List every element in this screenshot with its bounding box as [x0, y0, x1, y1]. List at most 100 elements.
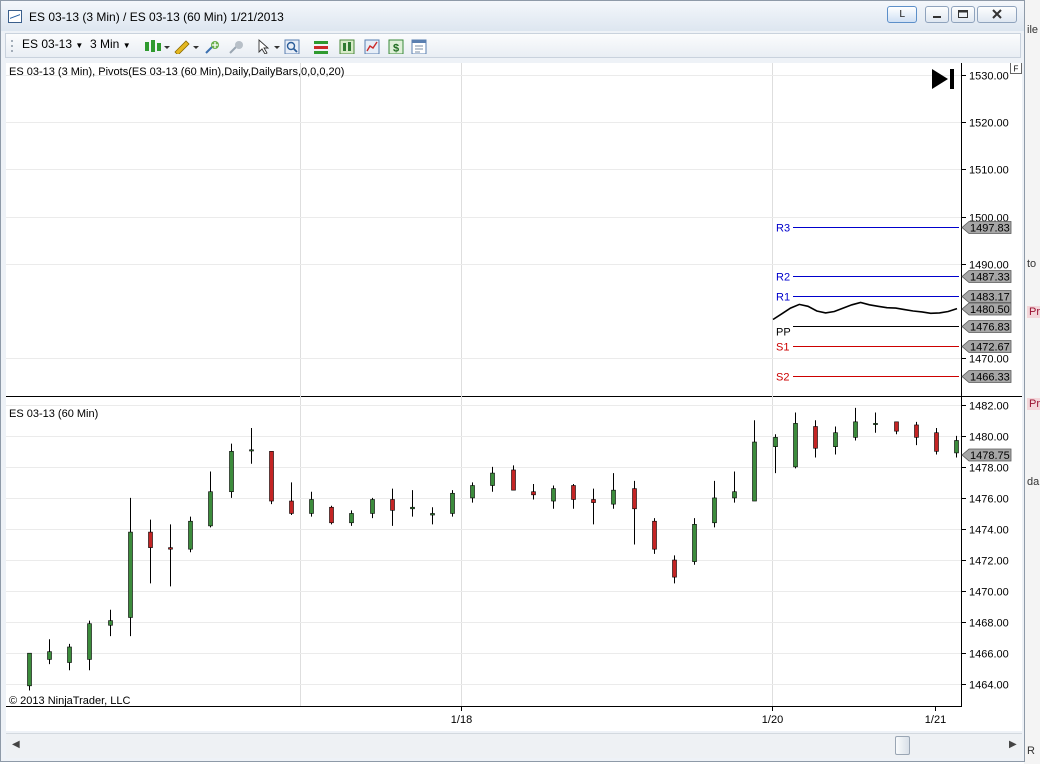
- price-tick-label: 1464.00: [969, 680, 1009, 692]
- pivot-value-tag: 1487.33: [961, 270, 1012, 284]
- bar-type-icon[interactable]: [144, 39, 170, 54]
- candle-body: [329, 506, 334, 524]
- candle-body: [450, 492, 455, 514]
- candlestick: [551, 485, 556, 509]
- pivot-label-s1: S1: [776, 342, 789, 354]
- go-to-latest-icon[interactable]: [932, 69, 954, 89]
- candle-body: [349, 513, 354, 524]
- pivot-value-tag: 1497.83: [961, 221, 1012, 235]
- close-icon: [992, 9, 1002, 19]
- candle-body: [853, 421, 858, 438]
- zoom-icon[interactable]: [284, 39, 300, 54]
- candle-body: [531, 491, 536, 496]
- candle-body: [168, 547, 173, 550]
- candlestick: [450, 490, 455, 517]
- candlestick: [108, 609, 113, 637]
- candlestick: [208, 471, 213, 528]
- candle-body: [591, 499, 596, 503]
- price-tag-label: 1480.50: [970, 304, 1010, 316]
- candlestick: [873, 412, 878, 433]
- candlestick: [732, 471, 737, 503]
- title-bar[interactable]: ES 03-13 (3 Min) / ES 03-13 (60 Min) 1/2…: [1, 1, 1024, 31]
- add-indicator-icon[interactable]: [204, 39, 220, 54]
- pivot-label-s2: S2: [776, 372, 789, 384]
- candlestick: [229, 443, 234, 498]
- lower-panel-label: ES 03-13 (60 Min): [9, 408, 98, 420]
- upper-panel-label: ES 03-13 (3 Min), Pivots(ES 03-13 (60 Mi…: [9, 66, 344, 78]
- candlestick: [249, 428, 254, 464]
- candle-body: [511, 469, 516, 491]
- candlestick: [611, 473, 616, 509]
- instrument-label: ES 03-13: [22, 37, 73, 51]
- candle-body: [87, 623, 92, 660]
- price-tick-label: 1472.00: [969, 556, 1009, 568]
- candlestick: [188, 516, 193, 553]
- price-tick-label: 1490.00: [969, 260, 1009, 272]
- time-tick-label: 1/21: [925, 714, 946, 726]
- drawing-pencil-icon[interactable]: [173, 39, 199, 54]
- pivot-value-tag: 1472.67: [961, 340, 1012, 354]
- candle-body: [611, 489, 616, 505]
- candlestick: [531, 483, 536, 500]
- restore-icon: [958, 10, 968, 18]
- chart-canvas[interactable]: R3R2R1PPS1S2 1530.001520.001510.001500.0…: [6, 63, 1022, 731]
- scroll-left-icon[interactable]: ◀: [12, 739, 20, 750]
- candle-body: [430, 513, 435, 516]
- candlestick: [490, 466, 495, 492]
- candlestick: [430, 507, 435, 525]
- candlestick: [692, 518, 697, 565]
- candlestick: [309, 491, 314, 517]
- candlestick: [914, 421, 919, 446]
- horizontal-scrollbar[interactable]: ◀ ▶: [6, 733, 1022, 758]
- candlestick: [470, 482, 475, 503]
- scroll-right-icon[interactable]: ▶: [1009, 739, 1017, 750]
- instrument-selector[interactable]: ES 03-13 ▼: [22, 37, 83, 51]
- background-fragment: Pri: [1027, 306, 1040, 318]
- candle-body: [692, 524, 697, 562]
- candlestick: [27, 652, 32, 691]
- price-tick-label: 1470.00: [969, 587, 1009, 599]
- candlestick: [954, 435, 959, 458]
- interval-selector[interactable]: 3 Min ▼: [90, 37, 131, 51]
- candle-body: [490, 472, 495, 486]
- candlestick: [410, 490, 415, 517]
- candlestick: [813, 420, 818, 458]
- candlestick: [712, 480, 717, 528]
- strategy-icon[interactable]: [313, 39, 329, 54]
- panel-f-icon[interactable]: F: [1010, 63, 1022, 74]
- candlestick: [370, 497, 375, 519]
- price-tag-label: 1472.67: [970, 342, 1010, 354]
- price-tag-label: 1466.33: [970, 372, 1010, 384]
- time-tick-label: 1/18: [451, 714, 472, 726]
- candlestick: [269, 451, 274, 505]
- price-tag-label: 1497.83: [970, 223, 1010, 235]
- dollar-icon[interactable]: $: [388, 39, 404, 54]
- svg-text:F: F: [1014, 65, 1019, 74]
- maximize-button[interactable]: [951, 6, 975, 23]
- data-series-icon[interactable]: [364, 39, 380, 54]
- candle-body: [229, 451, 234, 493]
- cursor-icon[interactable]: [256, 39, 282, 54]
- scrollbar-thumb[interactable]: [895, 736, 910, 755]
- candle-body: [571, 485, 576, 500]
- chart-style-icon[interactable]: [339, 39, 355, 54]
- link-button[interactable]: L: [887, 6, 917, 23]
- background-fragment: ile: [1027, 24, 1039, 36]
- candle-body: [188, 520, 193, 550]
- background-fragment: R: [1027, 745, 1035, 757]
- close-button[interactable]: [977, 6, 1017, 23]
- properties-icon[interactable]: [411, 39, 427, 54]
- candle-body: [208, 491, 213, 527]
- copyright-label: © 2013 NinjaTrader, LLC: [9, 695, 130, 707]
- pivot-value-tag: 1476.83: [961, 320, 1012, 334]
- minimize-button[interactable]: [925, 6, 949, 23]
- candlestick: [591, 488, 596, 525]
- price-tag-label: 1483.17: [970, 292, 1010, 304]
- remove-indicator-icon[interactable]: [228, 39, 244, 54]
- chart-area[interactable]: R3 R2 R1 PP S1 S2 1530.00 1520.00 1510.00 1500.0…: [6, 63, 1022, 731]
- candle-body: [470, 485, 475, 499]
- chevron-down-icon: ▼: [75, 41, 84, 50]
- candle-body: [47, 651, 52, 660]
- candlestick: [632, 480, 637, 545]
- price-tick-label: 1520.00: [969, 118, 1009, 130]
